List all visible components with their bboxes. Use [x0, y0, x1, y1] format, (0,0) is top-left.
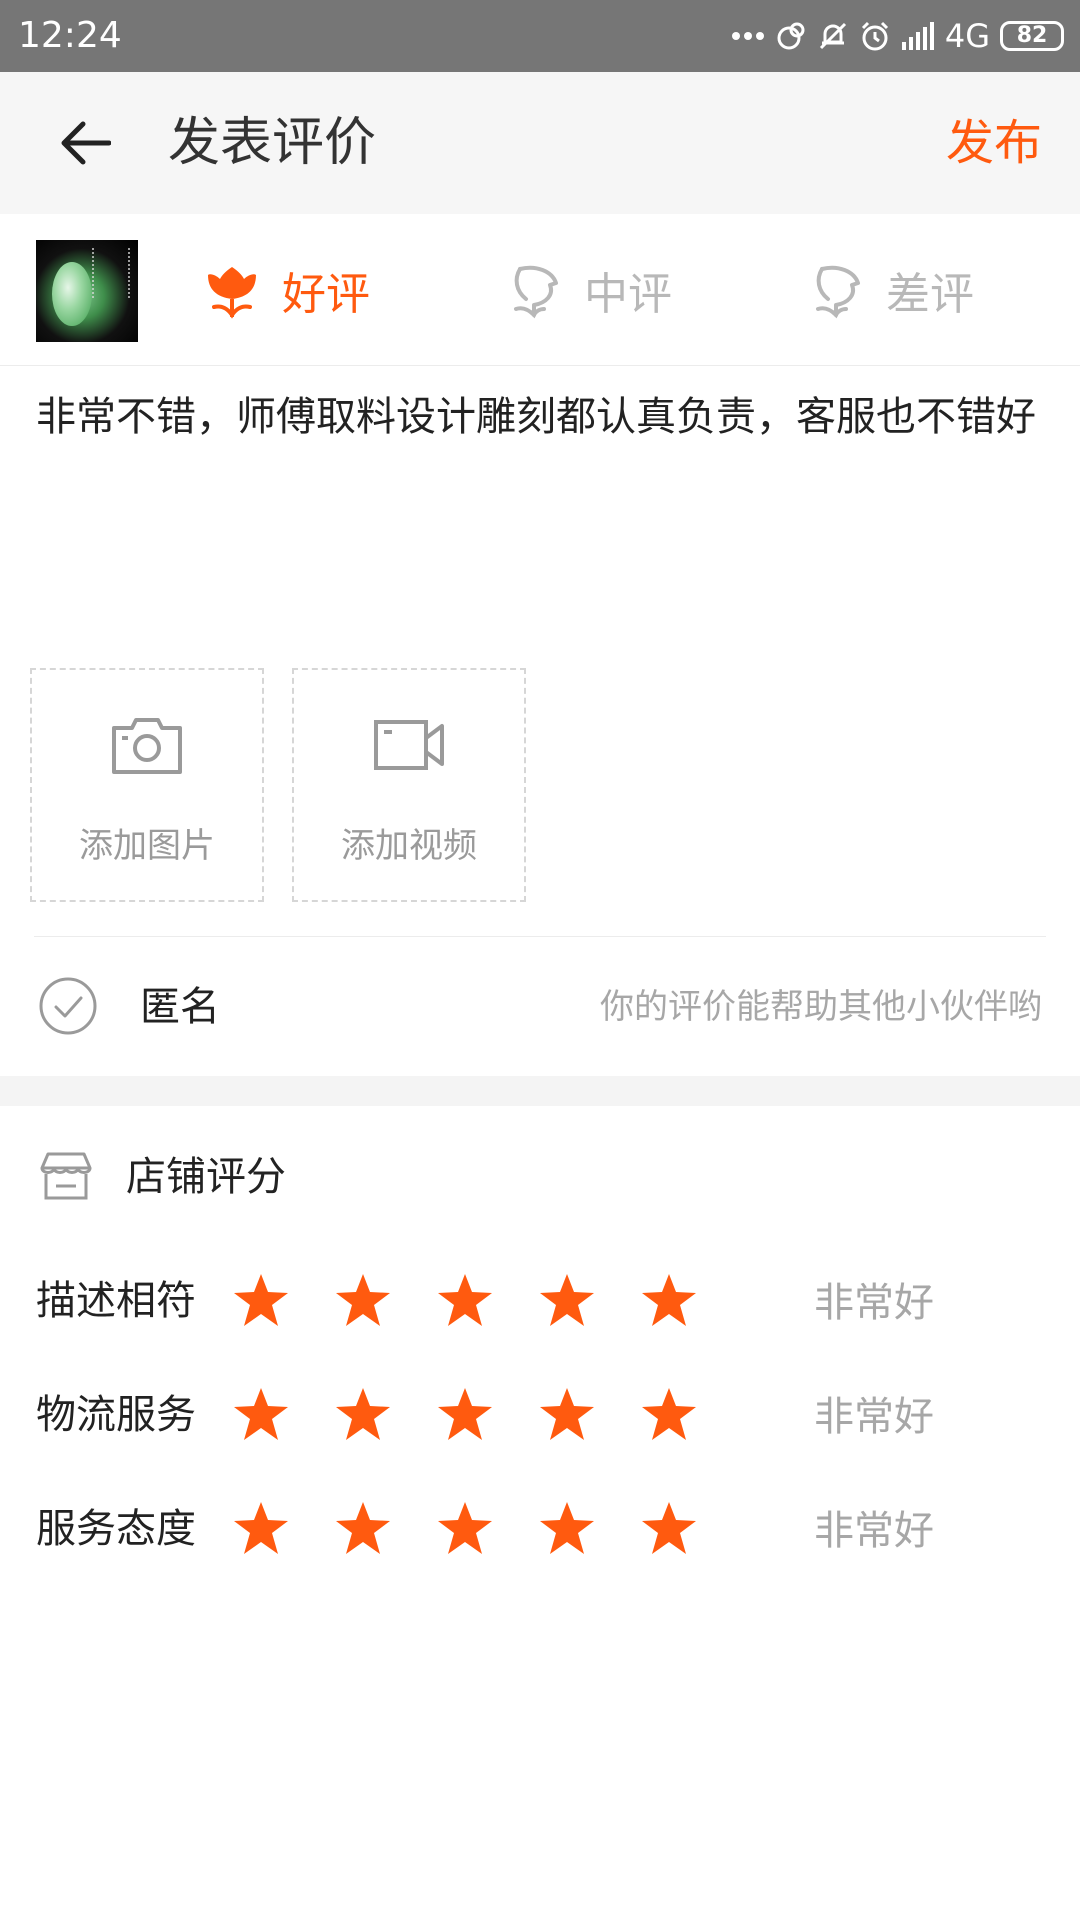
flower-icon: [208, 267, 256, 319]
video-camera-icon: [374, 720, 444, 770]
check-circle-icon: [39, 977, 97, 1035]
back-button[interactable]: [50, 112, 120, 174]
anonymous-checkbox[interactable]: [38, 976, 98, 1040]
sync-icon: [775, 20, 807, 52]
add-video-label: 添加视频: [341, 826, 477, 866]
star-rating[interactable]: [232, 1272, 698, 1330]
star-icon[interactable]: [232, 1500, 290, 1558]
star-icon[interactable]: [232, 1386, 290, 1444]
star-icon[interactable]: [436, 1500, 494, 1558]
star-icon[interactable]: [334, 1386, 392, 1444]
jade-pendant-image: [52, 262, 92, 326]
header-bar: 发表评价 发布: [0, 72, 1080, 214]
alarm-icon: [859, 20, 891, 52]
status-bar: 12:24 4G 82: [0, 0, 1080, 72]
section-gap: [0, 1076, 1080, 1106]
status-icons: 4G 82: [731, 14, 1064, 58]
add-video-button[interactable]: 添加视频: [292, 668, 526, 902]
rating-option-good[interactable]: 好评: [204, 260, 370, 320]
rating-option-medium[interactable]: 中评: [506, 260, 672, 320]
star-icon[interactable]: [538, 1272, 596, 1330]
review-text-input[interactable]: 非常不错，师傅取料设计雕刻都认真负责，客服也不错好: [36, 390, 1046, 444]
rating-row-label: 服务态度: [36, 1506, 196, 1552]
page-title: 发表评价: [168, 113, 377, 173]
rating-option-medium-label: 中评: [584, 269, 672, 320]
star-icon[interactable]: [538, 1386, 596, 1444]
rating-row-description: 描述相符 非常好: [0, 1262, 1080, 1342]
camera-icon: [112, 718, 182, 774]
star-icon[interactable]: [232, 1272, 290, 1330]
star-icon[interactable]: [334, 1272, 392, 1330]
star-icon[interactable]: [436, 1386, 494, 1444]
back-arrow-icon: [61, 121, 111, 165]
shop-rating-header: 店铺评分: [0, 1142, 1080, 1212]
rating-option-good-label: 好评: [282, 269, 370, 320]
anonymous-row: 匿名 你的评价能帮助其他小伙伴哟: [0, 938, 1080, 1076]
more-dots-icon: [731, 31, 765, 41]
signal-icon: [901, 22, 935, 50]
shop-rating-title: 店铺评分: [126, 1154, 286, 1200]
rating-row-label: 物流服务: [36, 1392, 196, 1438]
rating-row-desc: 非常好: [814, 1394, 934, 1440]
battery-icon: 82: [1000, 21, 1064, 51]
rating-row-desc: 非常好: [814, 1508, 934, 1554]
rating-row-desc: 非常好: [814, 1280, 934, 1326]
rating-row-label: 描述相符: [36, 1278, 196, 1324]
add-photo-label: 添加图片: [79, 826, 215, 866]
star-icon[interactable]: [640, 1500, 698, 1558]
star-rating[interactable]: [232, 1386, 698, 1444]
add-photo-button[interactable]: 添加图片: [30, 668, 264, 902]
star-rating[interactable]: [232, 1500, 698, 1558]
star-icon[interactable]: [334, 1500, 392, 1558]
rating-option-bad[interactable]: 差评: [808, 260, 974, 320]
star-icon[interactable]: [640, 1386, 698, 1444]
publish-button[interactable]: 发布: [946, 112, 1042, 174]
rating-option-bad-label: 差评: [886, 269, 974, 320]
anonymous-label: 匿名: [140, 984, 220, 1030]
product-thumbnail: [36, 240, 138, 342]
anonymous-hint: 你的评价能帮助其他小伙伴哟: [600, 987, 1042, 1027]
rating-type-row: 好评 中评 差评: [0, 214, 1080, 366]
star-icon[interactable]: [640, 1272, 698, 1330]
mute-bell-icon: [817, 20, 849, 52]
divider: [34, 936, 1046, 937]
flower-outline-icon: [514, 265, 558, 319]
flower-outline-icon: [816, 265, 860, 319]
star-icon[interactable]: [538, 1500, 596, 1558]
status-time: 12:24: [18, 15, 122, 56]
store-icon: [40, 1152, 92, 1200]
star-icon[interactable]: [436, 1272, 494, 1330]
rating-row-service: 服务态度 非常好: [0, 1490, 1080, 1570]
network-type: 4G: [944, 17, 990, 55]
rating-row-logistics: 物流服务 非常好: [0, 1376, 1080, 1456]
calligraphy-decoration: [92, 248, 130, 298]
